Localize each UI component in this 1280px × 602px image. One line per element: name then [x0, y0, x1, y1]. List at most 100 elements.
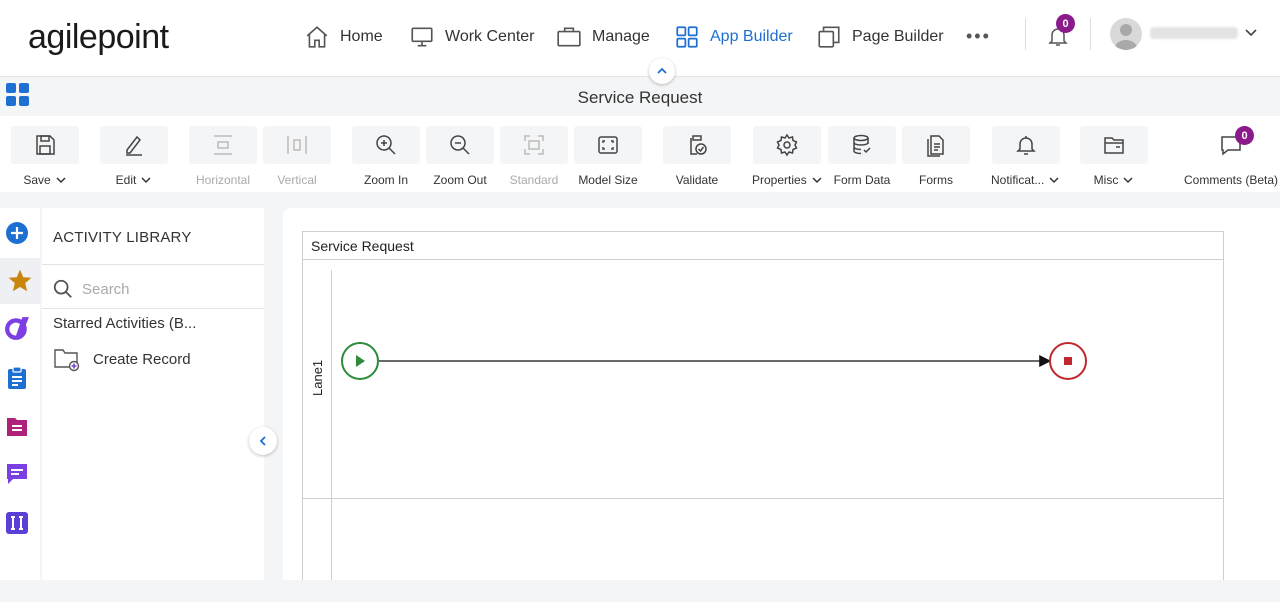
nav-home-label: Home: [340, 28, 383, 45]
pool[interactable]: Service Request Lane1: [302, 231, 1224, 599]
user-icon: [1115, 24, 1137, 50]
nav-page-builder[interactable]: Page Builder: [816, 22, 944, 52]
grid-icon: [676, 26, 698, 48]
avatar[interactable]: [1110, 18, 1142, 50]
rail-agilepoint[interactable]: [4, 315, 30, 341]
collapse-library-button[interactable]: [249, 427, 277, 455]
nav-home[interactable]: Home: [304, 22, 383, 52]
activity-create-record-label: Create Record: [93, 350, 191, 368]
rail-documents[interactable]: [4, 414, 30, 440]
agilepoint-logo-icon: [5, 317, 29, 340]
bottom-bar: [0, 580, 1280, 602]
nav-manage-label: Manage: [592, 28, 650, 45]
starred-activities-section[interactable]: Starred Activities (B...: [53, 315, 196, 332]
search-input[interactable]: [82, 278, 252, 300]
comments-button[interactable]: Comments (Beta): [1183, 126, 1279, 192]
misc-label: Misc: [1093, 173, 1119, 187]
more-menu-button[interactable]: •••: [966, 26, 991, 47]
nav-app-builder-label: App Builder: [710, 28, 793, 45]
divider: [1090, 18, 1091, 50]
divider: [42, 308, 264, 309]
misc-button[interactable]: Misc: [1080, 126, 1148, 192]
nav-page-builder-label: Page Builder: [852, 28, 944, 45]
rail-clipboard[interactable]: [4, 365, 30, 391]
activity-create-record[interactable]: Create Record: [53, 345, 191, 373]
end-event[interactable]: [1049, 342, 1087, 380]
nav-work-center[interactable]: Work Center: [409, 22, 535, 52]
activity-library-panel: ACTIVITY LIBRARY Starred Activities (B..…: [42, 208, 264, 580]
message-icon: [7, 464, 27, 484]
activity-library-title: ACTIVITY LIBRARY: [53, 229, 192, 246]
divider: [1025, 18, 1026, 50]
standard-label: Standard: [509, 173, 559, 187]
rail-add[interactable]: [4, 220, 30, 246]
comments-label: Comments (Beta): [1183, 173, 1279, 187]
flow-diagram: [341, 342, 1087, 380]
collapse-header-button[interactable]: [649, 58, 675, 84]
forms-button[interactable]: Forms: [902, 126, 970, 192]
vertical-button[interactable]: Vertical: [263, 126, 331, 192]
edit-label: Edit: [115, 173, 137, 187]
title-bar: Service Request: [0, 76, 1280, 116]
validate-icon: [690, 135, 707, 155]
chevron-down-icon[interactable]: [1243, 24, 1259, 40]
clipboard-icon: [8, 366, 26, 389]
chevron-down-icon: [56, 177, 66, 184]
save-label: Save: [23, 173, 51, 187]
chevron-left-icon: [259, 436, 266, 446]
agilepoint-logo[interactable]: agilepoint: [28, 18, 169, 57]
nav-manage[interactable]: Manage: [556, 22, 650, 52]
zoom-in-button[interactable]: Zoom In: [352, 126, 420, 192]
vertical-label: Vertical: [277, 173, 317, 187]
zoom-out-label: Zoom Out: [433, 173, 487, 187]
toolbar: Save Edit Horizontal Vertical Zoom In Zo…: [0, 116, 1280, 192]
chevron-down-icon: [1123, 177, 1133, 184]
database-icon: [853, 134, 871, 155]
form-data-label: Form Data: [833, 173, 891, 187]
lane-1[interactable]: Lane1: [303, 270, 1223, 499]
notifications-button[interactable]: Notificat...: [991, 126, 1060, 192]
left-icon-rail: [0, 208, 40, 580]
stop-icon: [1064, 357, 1072, 365]
pages-icon: [818, 26, 840, 48]
model-size-button[interactable]: Model Size: [574, 126, 642, 192]
vertical-layout-icon: [287, 136, 307, 154]
save-icon: [36, 135, 55, 155]
horizontal-label: Horizontal: [195, 173, 251, 187]
home-icon: [306, 26, 328, 48]
comments-badge: 0: [1235, 126, 1254, 145]
properties-label: Properties: [752, 173, 807, 187]
save-button[interactable]: Save: [11, 126, 79, 192]
standard-size-icon: [524, 135, 544, 155]
rail-messages[interactable]: [4, 461, 30, 487]
rail-integration[interactable]: [4, 510, 30, 536]
zoom-out-button[interactable]: Zoom Out: [426, 126, 494, 192]
zoom-out-icon: [450, 135, 470, 155]
edit-button[interactable]: Edit: [100, 126, 168, 192]
chevron-down-icon: [1049, 177, 1059, 184]
horizontal-button[interactable]: Horizontal: [189, 126, 257, 192]
search-icon: [53, 279, 72, 298]
validate-button[interactable]: Validate: [663, 126, 731, 192]
pool-title[interactable]: Service Request: [303, 232, 1223, 260]
nav-work-center-label: Work Center: [445, 28, 535, 45]
briefcase-icon: [557, 27, 581, 47]
process-canvas[interactable]: Service Request Lane1: [283, 208, 1280, 599]
nav-app-builder[interactable]: App Builder: [674, 22, 793, 52]
notifications-label: Notificat...: [991, 173, 1045, 187]
username-redacted: [1150, 27, 1238, 39]
start-event[interactable]: [341, 342, 379, 380]
forms-icon: [927, 135, 944, 157]
properties-button[interactable]: Properties: [752, 126, 823, 192]
integration-icon: [6, 512, 28, 534]
document-folder-icon: [7, 418, 27, 436]
standard-button[interactable]: Standard: [500, 126, 568, 192]
notification-badge: 0: [1056, 14, 1075, 33]
fit-screen-icon: [598, 136, 618, 154]
divider: [42, 264, 264, 265]
horizontal-layout-icon: [214, 135, 232, 155]
rail-starred[interactable]: [0, 258, 40, 304]
folder-plus-icon: [54, 349, 80, 372]
form-data-button[interactable]: Form Data: [828, 126, 896, 192]
model-size-label: Model Size: [578, 173, 638, 187]
